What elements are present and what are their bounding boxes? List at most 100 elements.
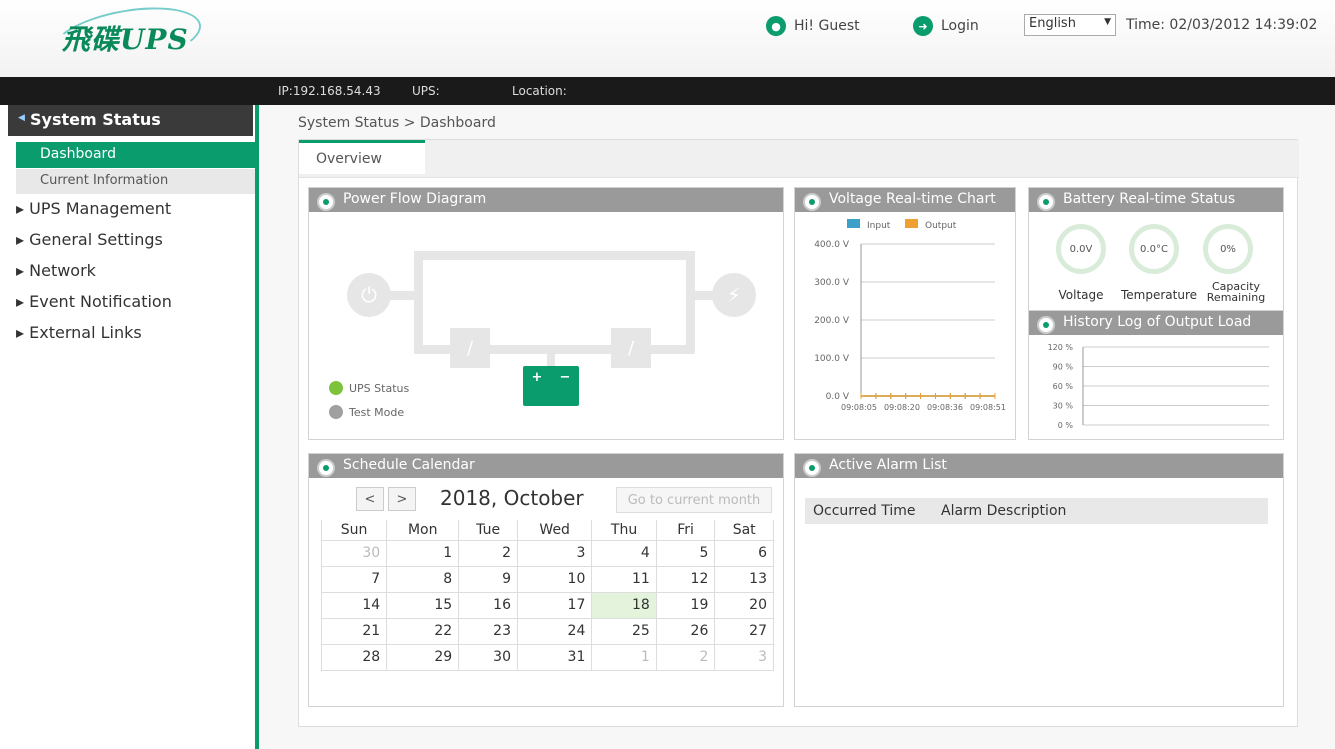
- calendar-day-cell[interactable]: 31: [516, 643, 593, 671]
- test-mode-label: Test Mode: [349, 406, 405, 419]
- calendar-day-cell[interactable]: 16: [458, 591, 518, 619]
- calendar-day-cell[interactable]: 27: [714, 617, 774, 645]
- nav-label: UPS Management: [29, 199, 172, 218]
- calendar-day-cell[interactable]: 5: [655, 539, 716, 567]
- calendar-day-cell[interactable]: 20: [714, 591, 774, 619]
- col-alarm-description[interactable]: Alarm Description: [941, 503, 1066, 519]
- calendar-day-cell[interactable]: 2: [655, 643, 716, 671]
- panel-bullet-icon: [317, 459, 335, 477]
- calendar-day-cell[interactable]: 1: [591, 643, 657, 671]
- sidebar-item-event-notification[interactable]: ▸ Event Notification: [16, 292, 172, 311]
- ups-name: UPS:: [412, 84, 440, 98]
- voltage-label: Voltage: [1058, 288, 1104, 302]
- calendar-day-cell[interactable]: 14: [320, 591, 388, 619]
- panel-bullet-icon: [1037, 193, 1055, 211]
- calendar-day-cell[interactable]: 19: [655, 591, 716, 619]
- col-occurred-time[interactable]: Occurred Time: [813, 503, 915, 519]
- calendar-day-cell[interactable]: 22: [386, 617, 460, 645]
- calendar-week-row: 7 8 9 10 11 12 13: [320, 565, 774, 593]
- calendar-day-cell[interactable]: 15: [386, 591, 460, 619]
- calendar-day-cell[interactable]: 3: [714, 643, 774, 671]
- y-tick-label: 30 %: [1053, 402, 1074, 411]
- calendar-day-cell[interactable]: 2: [458, 539, 518, 567]
- weekday-header-row: Sun Mon Tue Wed Thu Fri Sat: [320, 520, 774, 541]
- calendar-day-cell[interactable]: 4: [591, 539, 657, 567]
- calendar-day-cell[interactable]: 26: [655, 617, 716, 645]
- flow-line: [414, 251, 692, 260]
- test-mode-led-icon: [329, 405, 343, 419]
- calendar-title: Schedule Calendar: [309, 454, 783, 478]
- system-time: Time: 02/03/2012 14:39:02: [1126, 17, 1318, 33]
- inverter-icon: ∕: [611, 328, 651, 368]
- weekday-header: Mon: [386, 520, 460, 541]
- ip-address: IP:192.168.54.43: [278, 84, 381, 98]
- calendar-day-cell[interactable]: 23: [458, 617, 518, 645]
- user-icon: ●: [766, 16, 786, 36]
- rectifier-icon: ∕: [450, 328, 490, 368]
- calendar-day-cell[interactable]: 3: [516, 539, 593, 567]
- login-icon: ➜: [913, 16, 933, 36]
- login-link[interactable]: ➜ Login: [913, 16, 979, 36]
- calendar-day-cell[interactable]: 9: [458, 565, 518, 593]
- sidebar-item-external-links[interactable]: ▸ External Links: [16, 323, 142, 342]
- voltage-chart: Input Output 400.0 V 300.0 V 200.0 V 100.0 V 0…: [814, 219, 1006, 412]
- x-tick-label: 09:08:51: [970, 403, 1006, 412]
- prev-month-button[interactable]: <: [356, 487, 384, 511]
- weekday-header: Tue: [458, 520, 518, 541]
- logo[interactable]: 飛碟UPS: [62, 18, 189, 58]
- calendar-day-cell[interactable]: 25: [591, 617, 657, 645]
- calendar-day-cell[interactable]: 10: [516, 565, 593, 593]
- nav-label: External Links: [29, 323, 142, 342]
- calendar-day-cell[interactable]: 6: [714, 539, 774, 567]
- sidebar-item-network[interactable]: ▸ Network: [16, 261, 96, 280]
- calendar-day-cell[interactable]: 8: [386, 565, 460, 593]
- flow-line: [414, 251, 423, 353]
- login-label[interactable]: Login: [941, 18, 979, 34]
- location: Location:: [512, 84, 567, 98]
- calendar-day-cell[interactable]: 11: [591, 565, 657, 593]
- y-tick-label: 100.0 V: [814, 354, 850, 364]
- history-title: History Log of Output Load: [1029, 311, 1283, 335]
- section-label: System Status: [30, 110, 161, 129]
- sidebar-section-system-status[interactable]: ◀ System Status: [8, 105, 253, 136]
- go-current-month-button[interactable]: Go to current month: [616, 487, 772, 513]
- calendar-day-cell[interactable]: 18: [591, 591, 657, 619]
- y-tick-label: 60 %: [1053, 382, 1074, 391]
- sidebar-item-ups-management[interactable]: ▸ UPS Management: [16, 199, 171, 218]
- calendar-day-cell[interactable]: 24: [516, 617, 593, 645]
- calendar-day-cell[interactable]: 13: [714, 565, 774, 593]
- tab-overview[interactable]: Overview: [299, 140, 425, 174]
- calendar-day-cell[interactable]: 12: [655, 565, 716, 593]
- calendar-day-cell[interactable]: 30: [458, 643, 518, 671]
- calendar-day-cell[interactable]: 17: [516, 591, 593, 619]
- calendar-day-cell[interactable]: 7: [320, 565, 388, 593]
- calendar-month-label: 2018, October: [440, 486, 584, 510]
- calendar-day-cell[interactable]: 1: [386, 539, 460, 567]
- voltage-chart-title: Voltage Real-time Chart: [795, 188, 1015, 212]
- battery-panel: Battery Real-time Status 0.0V 0.0°C 0% V…: [1028, 187, 1284, 312]
- calendar-week-row: 21 22 23 24 25 26 27: [320, 617, 774, 645]
- calendar-day-cell[interactable]: 29: [386, 643, 460, 671]
- calendar-panel: Schedule Calendar < > 2018, October Go t…: [308, 453, 784, 707]
- calendar-day-cell[interactable]: 28: [320, 643, 388, 671]
- language-select[interactable]: English ▼: [1024, 14, 1116, 36]
- next-month-button[interactable]: >: [388, 487, 416, 511]
- triangle-icon: ◀: [18, 113, 25, 123]
- legend-label-input: Input: [867, 221, 891, 231]
- content-panel: Overview Power Flow Diagram ⏻ ⚡ ∕ ∕ + − U…: [298, 139, 1299, 727]
- flow-line: [686, 251, 695, 353]
- main-area: System Status > Dashboard Overview Power…: [259, 105, 1335, 749]
- sidebar-item-current-information[interactable]: Current Information: [16, 169, 255, 194]
- calendar-day-cell[interactable]: 21: [320, 617, 388, 645]
- voltage-chart-panel: Voltage Real-time Chart Input Output 400.0…: [794, 187, 1016, 440]
- history-chart: 120 % 90 % 60 % 30 % 0 %: [1048, 343, 1269, 430]
- nav-label: Event Notification: [29, 292, 172, 311]
- breadcrumb: System Status > Dashboard: [298, 115, 496, 131]
- sidebar-item-general-settings[interactable]: ▸ General Settings: [16, 230, 163, 249]
- calendar-day-cell[interactable]: 30: [320, 539, 388, 567]
- tab-strip: [299, 140, 1299, 178]
- x-tick-label: 09:08:20: [884, 403, 920, 412]
- sidebar-item-dashboard[interactable]: Dashboard: [16, 142, 255, 168]
- nav-label: Network: [29, 261, 96, 280]
- y-tick-label: 300.0 V: [814, 278, 850, 288]
